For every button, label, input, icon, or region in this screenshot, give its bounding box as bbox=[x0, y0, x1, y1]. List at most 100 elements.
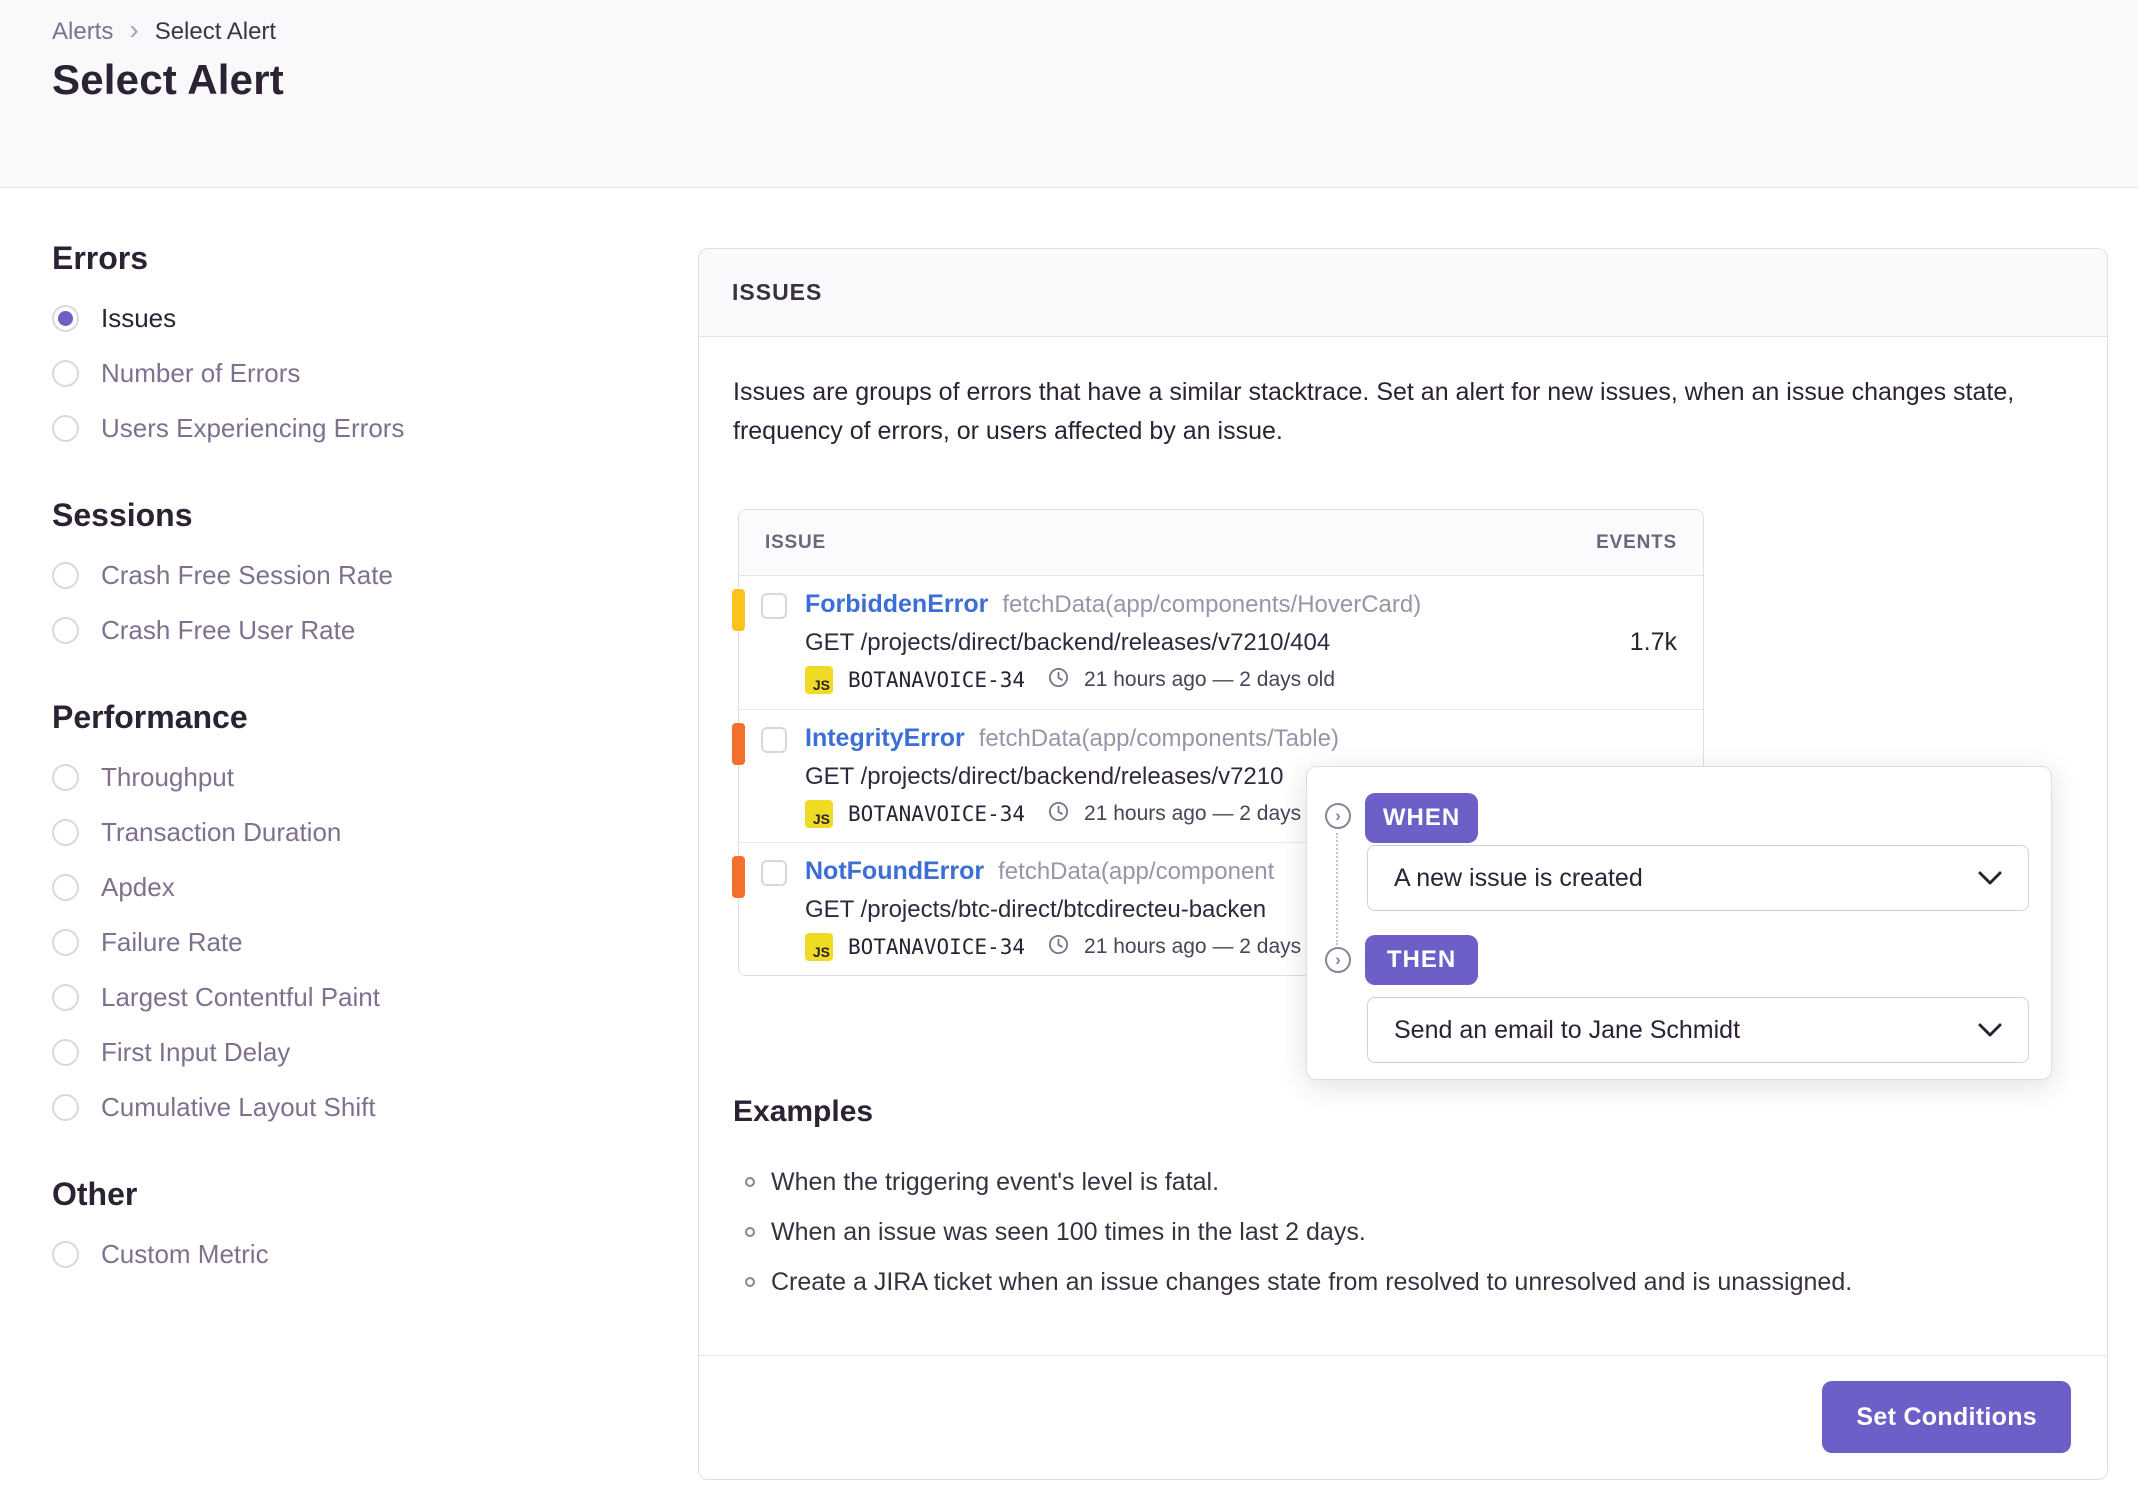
sidebar-section-title: Performance bbox=[52, 699, 248, 735]
radio-option-crash-free-user-rate[interactable]: Crash Free User Rate bbox=[52, 613, 652, 647]
radio-option-label: Apdex bbox=[101, 871, 175, 902]
radio-dot bbox=[58, 310, 73, 326]
set-conditions-button[interactable]: Set Conditions bbox=[1822, 1381, 2071, 1453]
chevron-circle-icon: › bbox=[1325, 947, 1351, 973]
issue-name-link[interactable]: ForbiddenError bbox=[805, 590, 988, 619]
issues-description: Issues are groups of errors that have a … bbox=[733, 378, 2015, 445]
bullet-icon bbox=[745, 1227, 755, 1237]
example-text: When the triggering event's level is fat… bbox=[771, 1167, 1220, 1196]
issue-title-line: IntegrityError fetchData(app/components/T… bbox=[805, 724, 1339, 753]
issue-level-bar bbox=[732, 856, 745, 898]
radio-option-label: Custom Metric bbox=[101, 1238, 269, 1269]
sidebar-section-title: Sessions bbox=[52, 497, 193, 533]
radio-option-first-input-delay[interactable]: First Input Delay bbox=[52, 1035, 652, 1069]
issue-meta-line: JS BOTANAVOICE-34 21 hours ago — 2 days ol… bbox=[805, 800, 1335, 828]
issue-culprit: fetchData(app/components/HoverCard) bbox=[1002, 591, 1422, 618]
issue-name-link[interactable]: IntegrityError bbox=[805, 724, 965, 753]
javascript-platform-icon: JS bbox=[805, 666, 833, 694]
radio-option-label: Number of Errors bbox=[101, 357, 301, 388]
radio-option-label: Users Experiencing Errors bbox=[101, 412, 405, 443]
issue-title-line: ForbiddenError fetchData(app/components/H… bbox=[805, 590, 1421, 619]
clock-icon bbox=[1048, 801, 1069, 827]
then-action-select[interactable]: Send an email to Jane Schmidt bbox=[1367, 997, 2029, 1063]
breadcrumb-chevron-icon: › bbox=[129, 14, 139, 45]
example-item: When the triggering event's level is fat… bbox=[745, 1157, 1852, 1207]
issue-title-line: NotFoundError fetchData(app/component bbox=[805, 857, 1274, 886]
when-badge: WHEN bbox=[1365, 793, 1478, 843]
radio-option-users-experiencing-errors[interactable]: Users Experiencing Errors bbox=[52, 411, 652, 445]
connector-dashed-line bbox=[1336, 833, 1338, 945]
then-action-value: Send an email to Jane Schmidt bbox=[1394, 1015, 1741, 1044]
issue-level-bar bbox=[732, 589, 745, 631]
radio-option-transaction-duration[interactable]: Transaction Duration bbox=[52, 815, 652, 849]
breadcrumb: Alerts › Select Alert bbox=[52, 14, 276, 46]
radio-option-apdex[interactable]: Apdex bbox=[52, 870, 652, 904]
radio-unselected-icon bbox=[52, 763, 79, 791]
breadcrumb-alerts-link[interactable]: Alerts bbox=[52, 18, 113, 46]
issue-checkbox[interactable] bbox=[761, 727, 787, 753]
sidebar-section-sessions: Sessions Crash Free Session Rate Crash Fre… bbox=[52, 497, 652, 647]
radio-option-crash-free-session-rate[interactable]: Crash Free Session Rate bbox=[52, 558, 652, 592]
radio-unselected-icon bbox=[52, 1093, 79, 1121]
clock-icon bbox=[1048, 667, 1069, 693]
issue-age: 21 hours ago — 2 days old bbox=[1084, 668, 1336, 691]
radio-unselected-icon bbox=[52, 928, 79, 956]
radio-option-issues[interactable]: Issues bbox=[52, 301, 652, 335]
column-header-issue: ISSUE bbox=[765, 531, 827, 553]
issue-row-forbiddenerror: ForbiddenError fetchData(app/components/H… bbox=[732, 576, 1703, 709]
javascript-platform-icon: JS bbox=[805, 800, 833, 828]
radio-option-number-of-errors[interactable]: Number of Errors bbox=[52, 356, 652, 390]
radio-option-throughput[interactable]: Throughput bbox=[52, 760, 652, 794]
issue-name-link[interactable]: NotFoundError bbox=[805, 857, 984, 886]
sidebar-section-errors: Errors Issues Number of Errors Users Experi… bbox=[52, 240, 652, 445]
sidebar-section-title: Errors bbox=[52, 240, 149, 276]
issues-table-header: ISSUE EVENTS bbox=[739, 510, 1703, 576]
example-item: When an issue was seen 100 times in the … bbox=[745, 1207, 1852, 1257]
panel-header: ISSUES bbox=[699, 249, 2107, 337]
radio-option-cumulative-layout-shift[interactable]: Cumulative Layout Shift bbox=[52, 1090, 652, 1124]
issue-meta-line: JS BOTANAVOICE-34 21 hours ago — 2 days ol… bbox=[805, 666, 1335, 694]
issue-project-slug: BOTANAVOICE-34 bbox=[848, 668, 1026, 692]
example-text: When an issue was seen 100 times in the … bbox=[771, 1217, 1366, 1246]
issue-path: GET /projects/direct/backend/releases/v7… bbox=[805, 763, 1284, 790]
radio-option-largest-contentful-paint[interactable]: Largest Contentful Paint bbox=[52, 980, 652, 1014]
chevron-circle-icon: › bbox=[1325, 803, 1351, 829]
chevron-down-icon bbox=[1978, 871, 2002, 884]
radio-option-label: Throughput bbox=[101, 761, 234, 792]
issue-project-slug: BOTANAVOICE-34 bbox=[848, 802, 1026, 826]
issue-path: GET /projects/direct/backend/releases/v7… bbox=[805, 629, 1331, 656]
issue-age: 21 hours ago — 2 days old bbox=[1084, 935, 1336, 958]
sidebar-section-title: Other bbox=[52, 1176, 138, 1212]
issue-level-bar bbox=[732, 723, 745, 765]
javascript-platform-icon: JS bbox=[805, 933, 833, 961]
panel-header-title: ISSUES bbox=[732, 279, 823, 305]
radio-option-label: Cumulative Layout Shift bbox=[101, 1091, 376, 1122]
issue-events-count: 1.7k bbox=[1629, 628, 1677, 656]
bullet-icon bbox=[745, 1277, 755, 1287]
issue-checkbox[interactable] bbox=[761, 860, 787, 886]
issue-age: 21 hours ago — 2 days old bbox=[1084, 802, 1336, 825]
examples-list: When the triggering event's level is fat… bbox=[745, 1157, 1852, 1307]
alert-type-sidebar: Errors Issues Number of Errors Users Experi… bbox=[52, 240, 652, 1323]
radio-option-label: Crash Free Session Rate bbox=[101, 559, 393, 590]
page-header: Alerts › Select Alert Select Alert bbox=[0, 0, 2138, 188]
when-condition-select[interactable]: A new issue is created bbox=[1367, 845, 2029, 911]
radio-option-label: Issues bbox=[101, 302, 177, 333]
radio-option-label: Failure Rate bbox=[101, 926, 243, 957]
issue-checkbox[interactable] bbox=[761, 593, 787, 619]
radio-unselected-icon bbox=[52, 873, 79, 901]
issue-culprit: fetchData(app/components/Table) bbox=[978, 725, 1339, 752]
radio-selected-icon bbox=[52, 304, 79, 332]
sidebar-section-performance: Performance Throughput Transaction Duratio… bbox=[52, 699, 652, 1124]
examples-heading: Examples bbox=[733, 1095, 874, 1128]
radio-unselected-icon bbox=[52, 1038, 79, 1066]
column-header-events: EVENTS bbox=[1596, 531, 1677, 553]
panel-footer-divider bbox=[699, 1355, 2107, 1356]
issue-meta-line: JS BOTANAVOICE-34 21 hours ago — 2 days ol… bbox=[805, 933, 1335, 961]
radio-unselected-icon bbox=[52, 561, 79, 589]
radio-option-custom-metric[interactable]: Custom Metric bbox=[52, 1237, 652, 1271]
clock-icon bbox=[1048, 934, 1069, 960]
radio-option-failure-rate[interactable]: Failure Rate bbox=[52, 925, 652, 959]
radio-unselected-icon bbox=[52, 414, 79, 442]
bullet-icon bbox=[745, 1177, 755, 1187]
